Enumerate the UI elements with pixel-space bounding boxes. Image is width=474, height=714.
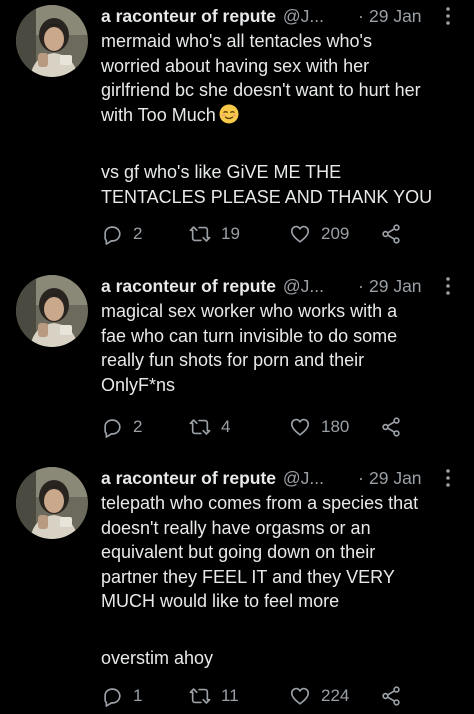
retweet-button[interactable]: 19 bbox=[189, 222, 240, 246]
separator-dot: · bbox=[358, 276, 364, 296]
share-button[interactable] bbox=[380, 415, 402, 439]
like-count: 180 bbox=[321, 417, 350, 436]
tweet[interactable]: a raconteur of repute @J... · 29 Jan mag… bbox=[0, 260, 474, 460]
tweet-text-line: worried about having sex with her bbox=[101, 55, 370, 76]
reply-count: 1 bbox=[133, 686, 143, 705]
tweet-text-line: TENTACLES PLEASE AND THANK YOU bbox=[101, 186, 433, 207]
author-handle[interactable]: @J... bbox=[283, 6, 324, 26]
heart-icon bbox=[289, 223, 311, 245]
retweet-icon bbox=[189, 416, 211, 438]
reply-button[interactable]: 1 bbox=[101, 684, 142, 708]
heart-icon bbox=[289, 685, 311, 707]
reply-count: 2 bbox=[133, 417, 143, 436]
tweet-text: mermaid who's all tentacles who's worrie… bbox=[101, 29, 463, 127]
avatar[interactable] bbox=[16, 5, 88, 77]
reply-icon bbox=[101, 685, 123, 707]
retweet-icon bbox=[189, 685, 211, 707]
tweet-text-line: MUCH would like to feel more bbox=[101, 591, 340, 611]
share-button[interactable] bbox=[380, 222, 402, 246]
author-name[interactable]: a raconteur of repute bbox=[101, 468, 276, 488]
share-button[interactable] bbox=[380, 684, 402, 708]
tweet-text: overstim ahoy bbox=[101, 646, 463, 671]
relieved-face-icon bbox=[219, 104, 239, 124]
tweet-date[interactable]: 29 Jan bbox=[369, 465, 422, 491]
avatar[interactable] bbox=[16, 275, 88, 347]
reply-icon bbox=[101, 223, 123, 245]
retweet-count: 4 bbox=[221, 417, 231, 436]
like-count: 209 bbox=[321, 224, 350, 243]
tweet-text-line: really fun shots for porn and their bbox=[101, 350, 365, 370]
more-options-icon[interactable] bbox=[440, 3, 456, 29]
separator-dot: · bbox=[358, 6, 364, 26]
tweet-text: magical sex worker who works with a fae … bbox=[101, 299, 463, 397]
retweet-button[interactable]: 11 bbox=[189, 684, 239, 708]
share-icon bbox=[380, 416, 402, 438]
reply-button[interactable]: 2 bbox=[101, 222, 142, 246]
tweet-text-line: girlfriend bc she doesn't want to hurt h… bbox=[101, 80, 421, 100]
separator-dot: · bbox=[358, 468, 364, 488]
tweet-text-line: overstim ahoy bbox=[101, 648, 214, 668]
tweet-text-line: with Too Much bbox=[101, 103, 463, 128]
avatar[interactable] bbox=[16, 467, 88, 539]
tweet-text-line: vs gf who's like GiVE ME THE bbox=[101, 162, 342, 182]
like-button[interactable]: 209 bbox=[289, 222, 349, 246]
tweet-text-line: magical sex worker who works with a bbox=[101, 301, 398, 321]
tweet-date[interactable]: 29 Jan bbox=[369, 273, 422, 299]
tweet-actions: 1 11 224 bbox=[101, 684, 441, 708]
tweet-text: vs gf who's like GiVE ME THE TENTACLES P… bbox=[101, 160, 463, 209]
retweet-count: 11 bbox=[221, 686, 239, 705]
tweet-text-line: mermaid who's all tentacles who's bbox=[101, 31, 372, 51]
more-options-icon[interactable] bbox=[440, 273, 456, 299]
tweet-header: a raconteur of repute @J... · 29 Jan bbox=[101, 465, 460, 491]
tweet-text: telepath who comes from a species that d… bbox=[101, 491, 463, 614]
share-icon bbox=[380, 223, 402, 245]
like-button[interactable]: 224 bbox=[289, 684, 349, 708]
author-handle[interactable]: @J... bbox=[283, 276, 324, 296]
author-name[interactable]: a raconteur of repute bbox=[101, 6, 276, 26]
tweet-text-fragment: with Too Much bbox=[101, 104, 216, 125]
tweet-text-line: doesn't really have orgasms or an bbox=[101, 517, 371, 538]
tweet[interactable]: a raconteur of repute @J... · 29 Jan mer… bbox=[0, 0, 474, 260]
retweet-count: 19 bbox=[221, 224, 240, 243]
tweet-text-line: OnlyF*ns bbox=[101, 374, 176, 395]
reply-icon bbox=[101, 416, 123, 438]
tweet-actions: 2 4 180 bbox=[101, 415, 441, 439]
tweet[interactable]: a raconteur of repute @J... · 29 Jan tel… bbox=[0, 452, 474, 714]
reply-count: 2 bbox=[133, 224, 143, 243]
like-button[interactable]: 180 bbox=[289, 415, 349, 439]
tweet-date[interactable]: 29 Jan bbox=[369, 3, 422, 29]
author-name[interactable]: a raconteur of repute bbox=[101, 276, 276, 296]
share-icon bbox=[380, 685, 402, 707]
tweet-text-line: telepath who comes from a species that bbox=[101, 493, 419, 513]
tweet-actions: 2 19 209 bbox=[101, 222, 441, 246]
tweet-header: a raconteur of repute @J... · 29 Jan bbox=[101, 3, 460, 29]
like-count: 224 bbox=[321, 686, 350, 705]
heart-icon bbox=[289, 416, 311, 438]
reply-button[interactable]: 2 bbox=[101, 415, 142, 439]
tweet-text-line: fae who can turn invisible to do some bbox=[101, 325, 398, 346]
tweet-text-line: equivalent but going down on their bbox=[101, 542, 376, 562]
tweet-header: a raconteur of repute @J... · 29 Jan bbox=[101, 273, 460, 299]
retweet-icon bbox=[189, 223, 211, 245]
tweet-text-line: partner they FEEL IT and they VERY bbox=[101, 566, 395, 587]
more-options-icon[interactable] bbox=[440, 465, 456, 491]
author-handle[interactable]: @J... bbox=[283, 468, 324, 488]
retweet-button[interactable]: 4 bbox=[189, 415, 230, 439]
